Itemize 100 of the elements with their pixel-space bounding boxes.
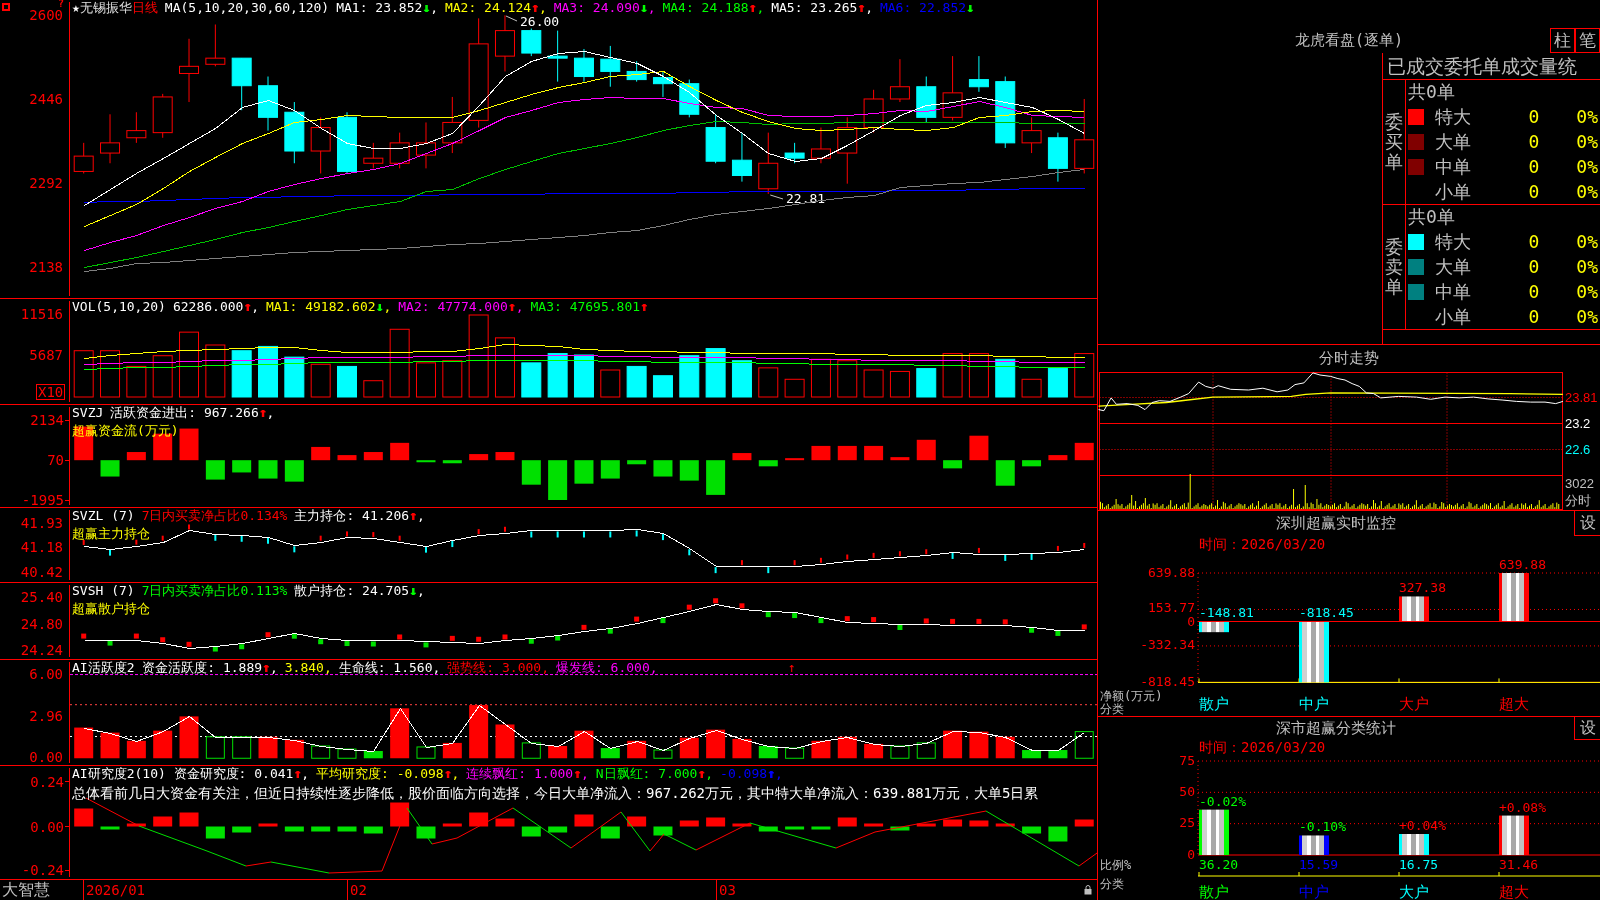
unit-label: X10	[36, 384, 66, 400]
value-label: 31.46	[1499, 856, 1539, 872]
section-label: 委卖单	[1385, 237, 1403, 297]
legend-text: MA2: 24.124↑,	[444, 0, 547, 15]
period-label: 分时	[1565, 494, 1591, 508]
chart-bar	[1399, 596, 1429, 621]
legend-text: 62286.000↑,	[172, 299, 260, 314]
legend-text: MA1: 49182.602↓,	[266, 299, 392, 314]
price-axis-label: 23.81	[1565, 391, 1598, 405]
axis-label: 2138	[29, 259, 63, 276]
settings-button[interactable]: 设	[1574, 511, 1600, 536]
signal-arrow: ↑	[788, 660, 796, 675]
legend-text: MA4: 24.188↑,	[662, 0, 765, 15]
axis-tick-label: -818.45	[1140, 673, 1195, 689]
axis-tick-label: 639.88	[1148, 564, 1195, 580]
period-label[interactable]: 日线	[131, 0, 158, 15]
axis-title: 比例%	[1100, 857, 1132, 872]
axis-label: 2600	[29, 7, 63, 24]
axis-label: -1995	[21, 493, 69, 507]
order-type: 大单	[1434, 257, 1471, 277]
axis-tick-label: 0	[1187, 613, 1195, 629]
brand-label: 大智慧	[1, 880, 50, 900]
order-type: 小单	[1434, 306, 1471, 327]
date-label: 02	[347, 880, 367, 900]
legend-text: 3.840,	[284, 660, 332, 675]
legend-text: 活跃资金进出: 967.266↑,	[110, 405, 275, 420]
legend-text: 强势线: 3.000,	[447, 660, 549, 675]
legend-text: 平均研究度: -0.098↑,	[316, 766, 460, 781]
axis-label: 40.42	[20, 564, 63, 581]
axis-title: 净额(万元)	[1100, 688, 1163, 703]
axis-label: 2292	[29, 175, 63, 192]
axis-label: 24.80	[20, 616, 63, 633]
category-label: 大户	[1399, 882, 1429, 900]
help-mark[interactable]: ?	[58, 0, 65, 9]
view-toggle-button[interactable]: 柱	[1550, 28, 1575, 53]
legend-text: AI活跃度2 资金活跃度: 1.889↑,	[72, 660, 278, 675]
axis-label: 2446	[29, 91, 63, 108]
price-axis-label: 22.6	[1565, 443, 1591, 457]
order-count: 0	[1528, 257, 1540, 277]
category-label: 超大	[1499, 694, 1529, 713]
category-label: 中户	[1299, 694, 1329, 713]
axis-label: 0.00	[30, 819, 69, 834]
chart-bar	[1199, 621, 1229, 633]
axis-label: 2134	[30, 413, 69, 428]
value-label: 15.59	[1299, 856, 1339, 872]
settings-button[interactable]: 设	[1574, 717, 1600, 740]
legend-text: -0.098↑,	[720, 766, 783, 781]
panel-title: 深市超赢分类统计	[1276, 720, 1396, 737]
value-label: 639.88	[1499, 557, 1546, 572]
category-label: 中户	[1299, 882, 1329, 900]
commentary-text: 总体看前几日大资金有关注，但近日持续性逐步降低，股价面临方向选择，今日大单净流入：967.262万元，其中特大单净流入：639.881万元，大单5日累	[72, 784, 1039, 802]
legend-text: MA5: 23.265↑,	[771, 0, 873, 15]
axis-label: 0.24	[30, 774, 69, 789]
lock-icon[interactable]	[1084, 885, 1092, 895]
square-icon	[2, 3, 10, 11]
legend-text: SVSH (7)	[72, 583, 135, 598]
order-count: 0	[1528, 181, 1540, 202]
order-count: 0	[1528, 156, 1540, 177]
value-label: 36.20	[1199, 856, 1239, 872]
legend-text: MA3: 24.090↓,	[553, 0, 656, 15]
legend-text: 7日内买卖净占比0.113%	[141, 583, 288, 598]
legend-text: MA1: 23.852↓,	[336, 0, 438, 15]
order-count: 0	[1528, 281, 1540, 302]
axis-label: -0.24	[21, 863, 69, 878]
legend-text: 主力持仓: 41.206↑,	[294, 508, 425, 523]
axis-label: 6.00	[29, 665, 63, 682]
date-label: 03	[716, 880, 736, 900]
date-time-label: 时间：2026/03/20	[1199, 739, 1326, 754]
order-type: 中单	[1434, 281, 1471, 302]
axis-label: 25.40	[20, 588, 63, 605]
legend-text: MA(5,10,20,30,60,120)	[164, 0, 330, 15]
change-label: +0.04%	[1399, 818, 1446, 833]
view-toggle-button[interactable]: 笔	[1575, 28, 1600, 53]
order-total: 共0单	[1408, 207, 1455, 228]
star-icon[interactable]: ★	[72, 0, 80, 15]
category-label: 大户	[1399, 694, 1429, 713]
order-percent: 0%	[1576, 107, 1599, 128]
value-label: -818.45	[1299, 605, 1354, 620]
change-label: -0.10%	[1299, 819, 1346, 835]
axis-tick-label: 50	[1179, 783, 1195, 799]
stock-name: 无锡振华	[79, 0, 132, 15]
legend-text: 生命线: 1.560,	[338, 660, 441, 675]
order-count: 0	[1528, 107, 1540, 128]
order-percent: 0%	[1576, 257, 1599, 277]
legend-text: N日飘红: 7.000↑,	[595, 766, 714, 781]
value-label: 327.38	[1399, 580, 1446, 596]
axis-tick-label: 0	[1187, 846, 1195, 862]
legend-text: MA6: 22.852↓	[879, 0, 974, 15]
legend-text: AI研究度2(10) 资金研究度: 0.041↑,	[72, 766, 310, 781]
order-percent: 0%	[1576, 181, 1599, 202]
axis-label: 0.00	[29, 749, 63, 765]
order-percent: 0%	[1576, 156, 1599, 177]
legend-text: MA2: 47774.000↑,	[398, 299, 524, 314]
legend-text: MA3: 47695.801↑	[530, 299, 648, 314]
order-percent: 0%	[1576, 232, 1599, 253]
order-total: 共0单	[1408, 82, 1455, 103]
indicator-title: 超赢散户持仓	[72, 601, 150, 616]
category-label: 超大	[1499, 882, 1529, 900]
panel-title: 龙虎看盘(逐单)	[1294, 33, 1404, 48]
axis-label: 11516	[20, 306, 63, 323]
